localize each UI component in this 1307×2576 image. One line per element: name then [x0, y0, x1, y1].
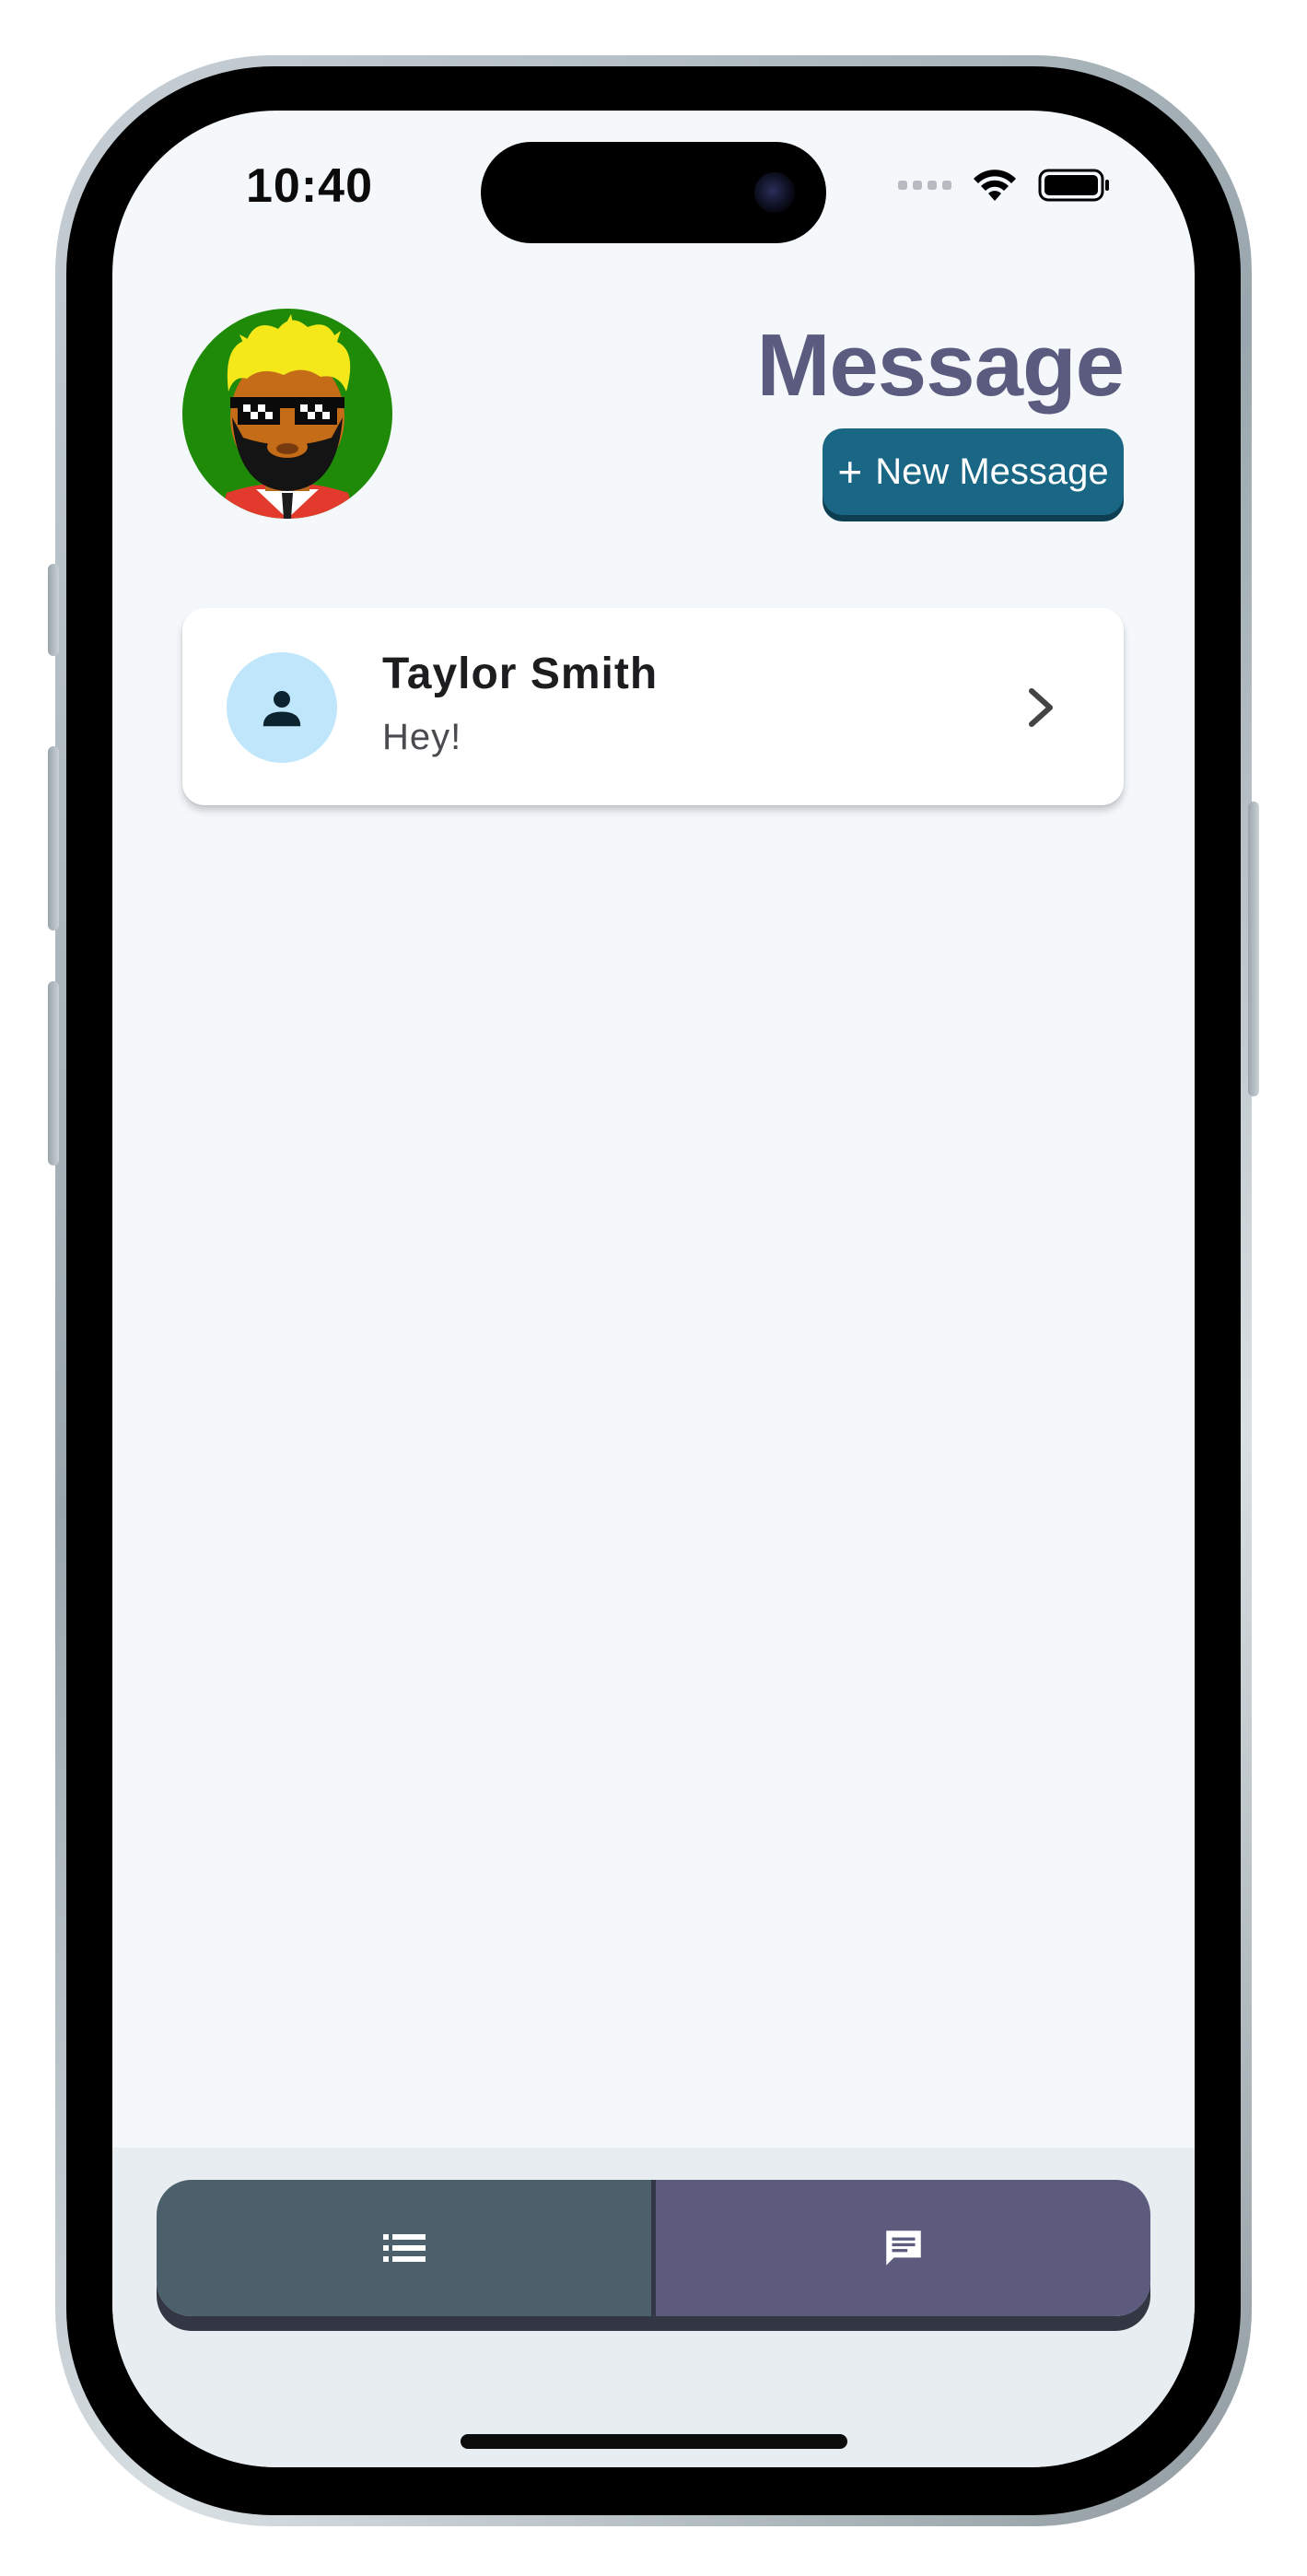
- tab-list[interactable]: [157, 2180, 651, 2316]
- tab-bar: [157, 2180, 1150, 2316]
- volume-up-button: [48, 746, 59, 931]
- volume-down-button: [48, 981, 59, 1165]
- page-title: Message: [756, 316, 1125, 415]
- list-icon: [382, 2234, 426, 2262]
- contact-avatar: [227, 652, 337, 763]
- signal-dots-icon: [898, 181, 951, 190]
- action-button: [48, 564, 59, 656]
- status-time: 10:40: [246, 159, 373, 213]
- chevron-right-icon[interactable]: [1022, 685, 1059, 730]
- pixel-sunglasses-avatar-icon: [182, 309, 392, 519]
- power-button: [1248, 802, 1259, 1096]
- app-screen: 10:40 Message + New Message Taylor Smith…: [112, 111, 1195, 2467]
- message-preview: Hey!: [382, 717, 462, 757]
- tab-messages[interactable]: [651, 2180, 1150, 2316]
- new-message-label: New Message: [875, 451, 1109, 492]
- camera-icon: [754, 172, 795, 213]
- plus-icon: +: [837, 448, 863, 496]
- dynamic-island: [481, 142, 826, 243]
- user-avatar[interactable]: [182, 309, 392, 519]
- contact-name: Taylor Smith: [382, 650, 659, 698]
- battery-icon: [1038, 169, 1109, 202]
- wifi-icon: [974, 170, 1016, 201]
- conversation-item[interactable]: Taylor Smith Hey!: [182, 608, 1124, 805]
- home-indicator[interactable]: [461, 2434, 847, 2449]
- status-icons: [898, 168, 1112, 203]
- person-icon: [263, 691, 301, 727]
- bottom-navigation-area: [112, 2148, 1195, 2467]
- chat-icon: [885, 2231, 921, 2266]
- new-message-button[interactable]: + New Message: [823, 428, 1124, 515]
